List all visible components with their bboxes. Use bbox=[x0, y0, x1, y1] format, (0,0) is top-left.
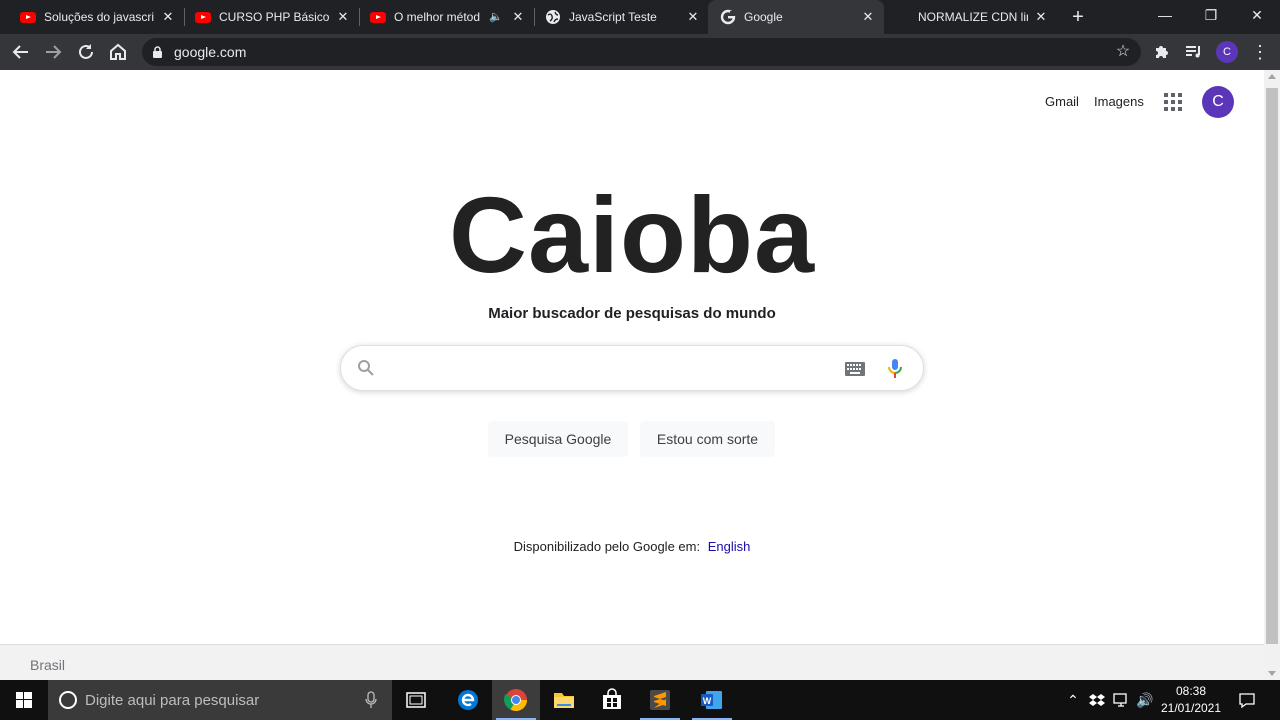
close-window-icon[interactable]: ✕ bbox=[1234, 0, 1280, 30]
task-view-icon[interactable] bbox=[392, 680, 440, 720]
taskbar-search[interactable]: Digite aqui para pesquisar bbox=[48, 680, 392, 720]
dropbox-icon[interactable] bbox=[1087, 690, 1107, 710]
microsoft-store-icon[interactable] bbox=[588, 680, 636, 720]
new-tab-button[interactable]: + bbox=[1068, 7, 1088, 27]
tab-youtube-1[interactable]: Soluções do javascrip ✕ bbox=[8, 0, 184, 34]
tab-youtube-2[interactable]: CURSO PHP Básico - ✕ bbox=[183, 0, 359, 34]
apps-grid-icon[interactable] bbox=[1164, 93, 1182, 111]
lucky-button[interactable]: Estou com sorte bbox=[640, 421, 775, 457]
notifications-icon[interactable] bbox=[1237, 690, 1257, 710]
media-control-icon[interactable] bbox=[1182, 40, 1206, 64]
tab-javascript-teste[interactable]: JavaScript Teste ✕ bbox=[533, 0, 709, 34]
bookmark-star-icon[interactable]: ☆ bbox=[1113, 42, 1133, 62]
restore-icon[interactable]: ❐ bbox=[1188, 0, 1234, 30]
clock[interactable]: 08:38 21/01/2021 bbox=[1156, 683, 1226, 717]
scroll-up-icon[interactable] bbox=[1268, 74, 1276, 79]
profile-avatar[interactable]: C bbox=[1216, 41, 1238, 63]
globe-icon bbox=[545, 9, 561, 25]
word-icon[interactable]: W bbox=[688, 680, 736, 720]
close-icon[interactable]: ✕ bbox=[860, 9, 876, 25]
sublime-text-icon[interactable] bbox=[636, 680, 684, 720]
tab-title: JavaScript Teste bbox=[569, 10, 657, 24]
taskbar-search-placeholder: Digite aqui para pesquisar bbox=[85, 692, 260, 709]
google-icon bbox=[720, 9, 736, 25]
tab-google[interactable]: Google ✕ bbox=[708, 0, 884, 34]
close-icon[interactable]: ✕ bbox=[1033, 9, 1049, 25]
search-icon bbox=[357, 359, 375, 377]
chevron-up-icon[interactable]: ⌃ bbox=[1063, 690, 1083, 710]
page-scrollbar[interactable] bbox=[1264, 70, 1280, 680]
close-icon[interactable]: ✕ bbox=[160, 9, 176, 25]
footer: Brasil bbox=[0, 644, 1264, 680]
keyboard-icon[interactable] bbox=[845, 362, 865, 376]
scroll-down-icon[interactable] bbox=[1268, 671, 1276, 676]
close-icon[interactable]: ✕ bbox=[510, 9, 526, 25]
language-offer: Disponibilizado pelo Google em: English bbox=[0, 539, 1264, 554]
youtube-icon bbox=[370, 9, 386, 25]
youtube-icon bbox=[195, 9, 211, 25]
tab-title: NORMALIZE CDN lin bbox=[918, 10, 1028, 24]
language-link-english[interactable]: English bbox=[708, 539, 751, 554]
tab-title: CURSO PHP Básico - bbox=[219, 10, 329, 24]
tab-strip: Soluções do javascrip ✕ CURSO PHP Básico… bbox=[0, 0, 1280, 34]
tab-youtube-3[interactable]: O melhor métod 🔈 ✕ bbox=[358, 0, 534, 34]
address-bar[interactable]: google.com ☆ bbox=[142, 38, 1141, 66]
microphone-icon[interactable] bbox=[365, 691, 377, 709]
browser-toolbar: google.com ☆ C ⋮ bbox=[0, 34, 1280, 70]
edge-icon[interactable] bbox=[444, 680, 492, 720]
language-label: Disponibilizado pelo Google em: bbox=[513, 539, 701, 554]
search-input[interactable] bbox=[389, 356, 829, 380]
back-icon[interactable] bbox=[9, 40, 33, 64]
windows-taskbar: Digite aqui para pesquisar W ⌃ 🔊 08:38 2… bbox=[0, 680, 1280, 720]
account-avatar[interactable]: C bbox=[1202, 86, 1234, 118]
close-icon[interactable]: ✕ bbox=[335, 9, 351, 25]
scrollbar-thumb[interactable] bbox=[1266, 88, 1278, 644]
site-logo: Caioba bbox=[448, 174, 816, 295]
minimize-icon[interactable]: — bbox=[1142, 0, 1188, 30]
extensions-icon[interactable] bbox=[1150, 40, 1174, 64]
network-icon[interactable] bbox=[1111, 690, 1131, 710]
tab-title: O melhor métod bbox=[394, 10, 481, 24]
lock-icon[interactable] bbox=[153, 45, 162, 58]
clock-date: 21/01/2021 bbox=[1160, 701, 1222, 715]
svg-text:W: W bbox=[703, 696, 712, 706]
reload-icon[interactable] bbox=[74, 40, 98, 64]
tab-title: Google bbox=[744, 10, 783, 24]
windows-start-icon[interactable] bbox=[0, 680, 48, 720]
close-icon[interactable]: ✕ bbox=[685, 9, 701, 25]
footer-country: Brasil bbox=[30, 657, 66, 673]
search-box[interactable] bbox=[340, 345, 924, 391]
images-link[interactable]: Imagens bbox=[1094, 94, 1144, 109]
tab-normalize[interactable]: NORMALIZE CDN lin ✕ bbox=[883, 0, 1059, 34]
microphone-icon[interactable] bbox=[887, 358, 903, 380]
forward-icon[interactable] bbox=[41, 40, 65, 64]
tagline: Maior buscador de pesquisas do mundo bbox=[488, 305, 776, 322]
google-search-button[interactable]: Pesquisa Google bbox=[488, 421, 628, 457]
page-content: Gmail Imagens C Caioba Maior buscador de… bbox=[0, 70, 1264, 680]
audio-icon[interactable]: 🔈 bbox=[488, 9, 504, 25]
chrome-icon[interactable] bbox=[492, 680, 540, 720]
volume-icon[interactable]: 🔊 bbox=[1135, 690, 1155, 710]
clock-time: 08:38 bbox=[1175, 684, 1207, 698]
tab-title: Soluções do javascrip bbox=[44, 10, 154, 24]
home-icon[interactable] bbox=[106, 40, 130, 64]
file-explorer-icon[interactable] bbox=[540, 680, 588, 720]
youtube-icon bbox=[20, 9, 36, 25]
gmail-link[interactable]: Gmail bbox=[1045, 94, 1079, 109]
kebab-menu-icon[interactable]: ⋮ bbox=[1248, 40, 1272, 64]
url-text: google.com bbox=[174, 44, 247, 60]
cortana-icon bbox=[59, 691, 77, 709]
